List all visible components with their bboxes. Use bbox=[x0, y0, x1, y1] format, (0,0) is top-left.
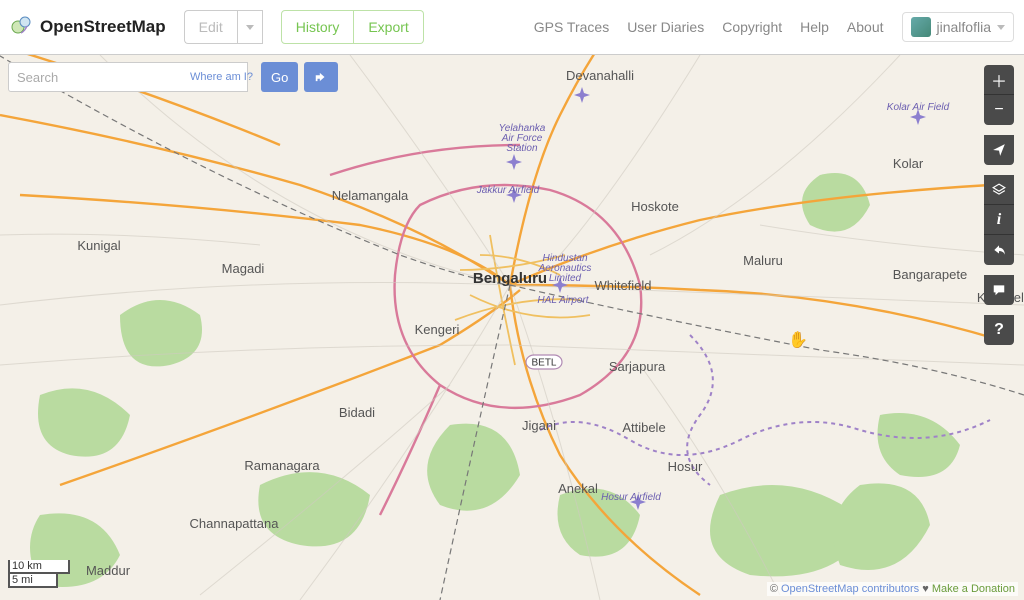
label-channapattana: Channapattana bbox=[190, 516, 280, 531]
label-maluru: Maluru bbox=[743, 253, 783, 268]
heart-icon: ♥ bbox=[922, 583, 929, 595]
airport-yelahanka-3: Station bbox=[506, 143, 538, 154]
caret-down-icon bbox=[246, 25, 254, 30]
minus-icon: − bbox=[994, 101, 1003, 119]
brand[interactable]: OpenStreetMap bbox=[10, 13, 166, 42]
label-kolar: Kolar bbox=[893, 156, 924, 171]
label-ramanagara: Ramanagara bbox=[244, 458, 320, 473]
label-magadi: Magadi bbox=[222, 261, 265, 276]
caret-down-icon bbox=[997, 25, 1005, 30]
info-icon: i bbox=[997, 211, 1001, 229]
edit-button[interactable]: Edit bbox=[184, 10, 237, 44]
share-button[interactable] bbox=[984, 235, 1014, 265]
label-nelamangala: Nelamangala bbox=[332, 188, 409, 203]
history-button[interactable]: History bbox=[281, 10, 355, 44]
betl-badge-label: BETL bbox=[531, 358, 556, 369]
label-bangarapete: Bangarapete bbox=[893, 267, 967, 282]
edit-dropdown-button[interactable] bbox=[237, 10, 263, 44]
attrib-donation-link[interactable]: Make a Donation bbox=[932, 583, 1015, 595]
airport-jakkur: Jakkur Airfield bbox=[476, 185, 540, 196]
layers-icon bbox=[992, 183, 1006, 197]
nav-about[interactable]: About bbox=[847, 19, 884, 35]
airport-hindustan-3: Limited bbox=[549, 273, 582, 284]
brand-logo-icon bbox=[10, 13, 34, 42]
label-bengaluru: Bengaluru bbox=[473, 270, 547, 287]
attrib-prefix: © bbox=[770, 583, 781, 595]
export-button[interactable]: Export bbox=[354, 10, 423, 44]
label-hosur: Hosur bbox=[668, 459, 703, 474]
map-canvas: BETL Bengaluru Nelamangala Kunigal Magad… bbox=[0, 55, 1024, 600]
history-export-group: History Export bbox=[281, 10, 424, 44]
label-kengeri: Kengeri bbox=[415, 322, 460, 337]
nav-help[interactable]: Help bbox=[800, 19, 829, 35]
scale-km: 10 km bbox=[8, 560, 70, 574]
top-header: OpenStreetMap Edit History Export GPS Tr… bbox=[0, 0, 1024, 55]
label-whitefield: Whitefield bbox=[594, 278, 651, 293]
share-icon bbox=[992, 243, 1006, 257]
map-toolbar: ＋ − i ? bbox=[984, 65, 1014, 345]
search-bar: Where am I? Go bbox=[8, 62, 338, 92]
label-jigani: Jigani bbox=[522, 418, 556, 433]
nav-copyright[interactable]: Copyright bbox=[722, 19, 782, 35]
brand-text: OpenStreetMap bbox=[40, 17, 166, 37]
nav-gps-traces[interactable]: GPS Traces bbox=[534, 19, 609, 35]
scale-bar: 10 km 5 mi bbox=[8, 560, 70, 588]
airport-kolar: Kolar Air Field bbox=[887, 102, 950, 113]
label-attibele: Attibele bbox=[622, 420, 665, 435]
label-hoskote: Hoskote bbox=[631, 199, 679, 214]
where-am-i-link[interactable]: Where am I? bbox=[190, 71, 253, 83]
pan-cursor-icon: ✋ bbox=[788, 330, 808, 350]
locate-button[interactable] bbox=[984, 135, 1014, 165]
betl-badge: BETL bbox=[526, 355, 562, 369]
attribution: © OpenStreetMap contributors ♥ Make a Do… bbox=[767, 582, 1018, 596]
nav-user-diaries[interactable]: User Diaries bbox=[627, 19, 704, 35]
locate-icon bbox=[992, 143, 1006, 157]
zoom-out-button[interactable]: − bbox=[984, 95, 1014, 125]
question-icon: ? bbox=[994, 321, 1004, 339]
query-button[interactable]: ? bbox=[984, 315, 1014, 345]
attrib-contributors-link[interactable]: OpenStreetMap contributors bbox=[781, 583, 919, 595]
label-sarjapura: Sarjapura bbox=[609, 359, 666, 374]
label-kunigal: Kunigal bbox=[77, 238, 120, 253]
airport-hosur: Hosur Airfield bbox=[601, 492, 661, 503]
edit-group: Edit bbox=[184, 10, 263, 44]
zoom-in-button[interactable]: ＋ bbox=[984, 65, 1014, 95]
map-key-button[interactable]: i bbox=[984, 205, 1014, 235]
note-icon bbox=[992, 283, 1006, 297]
scale-mi: 5 mi bbox=[8, 574, 58, 588]
directions-icon bbox=[314, 69, 328, 85]
add-note-button[interactable] bbox=[984, 275, 1014, 305]
label-anekal: Anekal bbox=[558, 481, 598, 496]
plus-icon: ＋ bbox=[991, 68, 1007, 92]
user-menu[interactable]: jinalfoflia bbox=[902, 12, 1014, 42]
label-maddur: Maddur bbox=[86, 563, 131, 578]
label-bidadi: Bidadi bbox=[339, 405, 375, 420]
username: jinalfoflia bbox=[937, 19, 991, 35]
map-viewport[interactable]: BETL Bengaluru Nelamangala Kunigal Magad… bbox=[0, 55, 1024, 600]
airport-hal: HAL Airport bbox=[537, 295, 589, 306]
label-devanahalli: Devanahalli bbox=[566, 68, 634, 83]
directions-button[interactable] bbox=[304, 62, 338, 92]
layers-button[interactable] bbox=[984, 175, 1014, 205]
go-button[interactable]: Go bbox=[261, 62, 298, 92]
avatar bbox=[911, 17, 931, 37]
nav: GPS Traces User Diaries Copyright Help A… bbox=[534, 12, 1014, 42]
